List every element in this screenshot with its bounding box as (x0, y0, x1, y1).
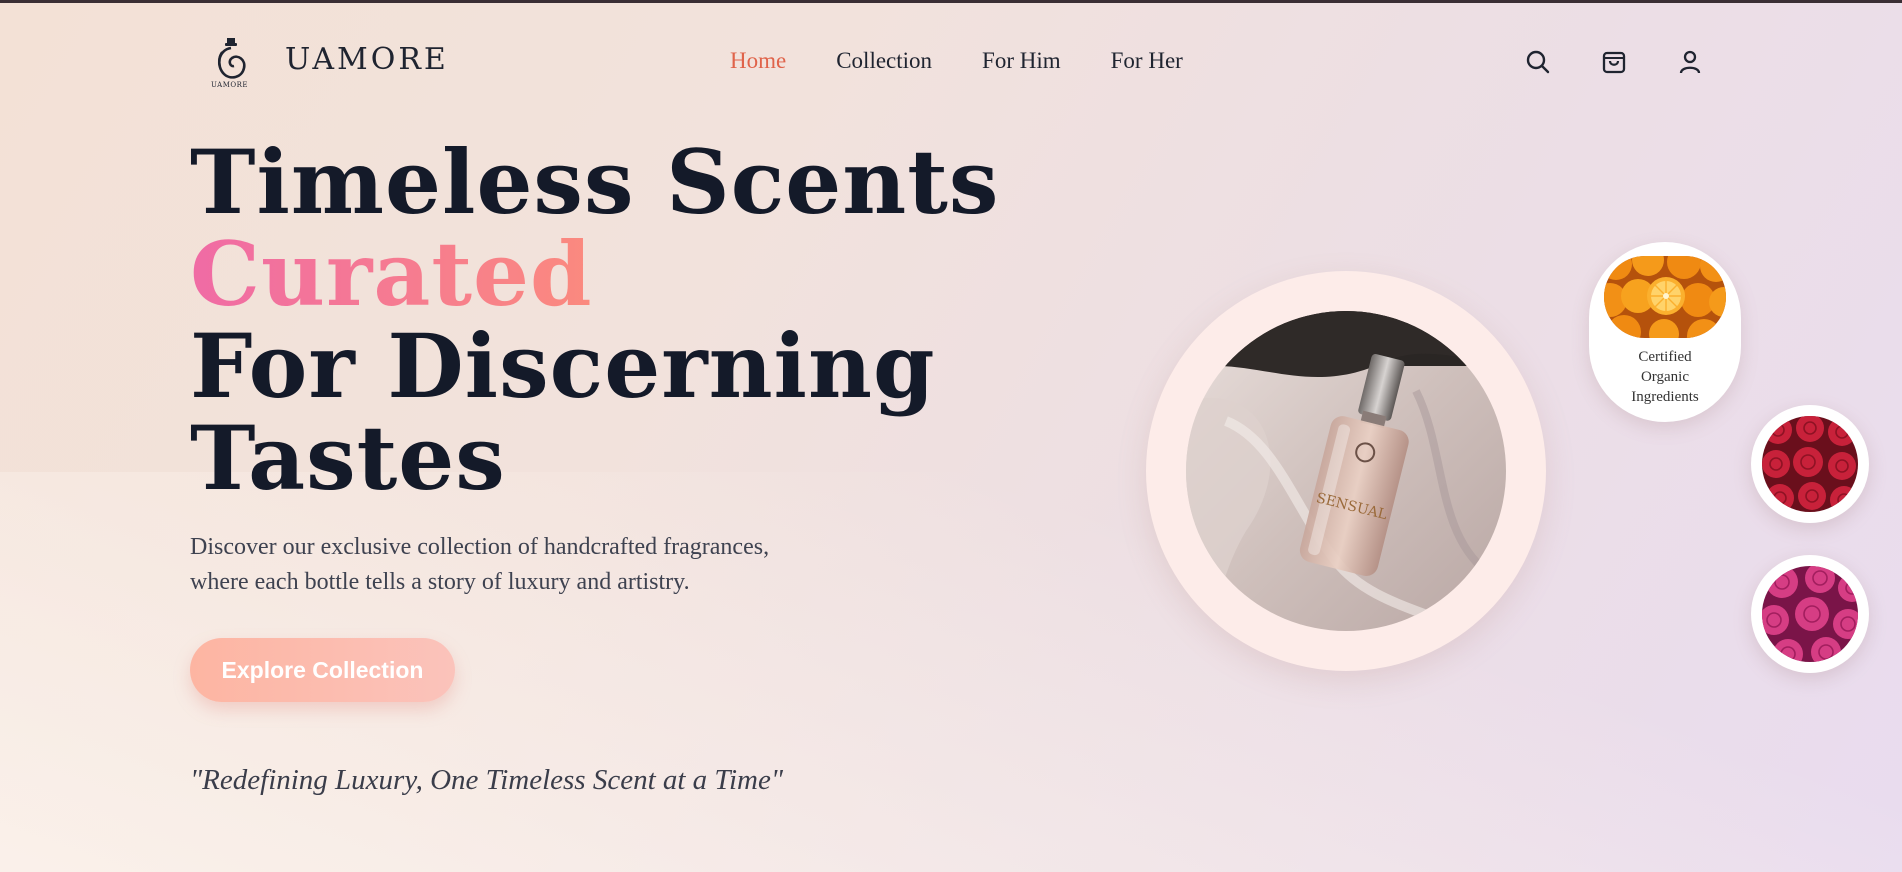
organic-badge-text: Certified Organic Ingredients (1631, 349, 1699, 405)
main-nav: Home Collection For Him For Her (730, 48, 1183, 74)
header-actions (1524, 48, 1704, 76)
brand-logo[interactable]: UAMORE (208, 36, 254, 92)
product-showcase: SENSUAL (1146, 271, 1546, 671)
hero-title: Timeless Scents Curated For Discerning T… (190, 136, 999, 504)
nav-home[interactable]: Home (730, 48, 786, 74)
user-icon[interactable] (1676, 48, 1704, 76)
search-icon[interactable] (1524, 48, 1552, 76)
brand-quote: "Redefining Luxury, One Timeless Scent a… (190, 764, 784, 796)
pink-roses-badge (1751, 555, 1869, 673)
hero-description: Discover our exclusive collection of han… (190, 534, 770, 595)
hero-title-line1: Timeless Scents (190, 130, 1000, 234)
pink-roses-image (1762, 566, 1858, 662)
nav-collection[interactable]: Collection (836, 48, 932, 74)
brand-name[interactable]: UAMORE (285, 42, 449, 77)
shopping-bag-icon[interactable] (1600, 48, 1628, 76)
top-border (0, 0, 1902, 3)
oranges-image (1604, 256, 1726, 338)
hero-title-line3: For Discerning (190, 314, 936, 418)
explore-collection-button[interactable]: Explore Collection (190, 638, 455, 702)
organic-badge: Certified Organic Ingredients (1589, 242, 1741, 422)
logo-wordmark: UAMORE (211, 81, 249, 89)
red-roses-image (1762, 416, 1858, 512)
nav-for-him[interactable]: For Him (982, 48, 1061, 74)
perfume-bottle-image: SENSUAL (1186, 311, 1506, 631)
nav-for-her[interactable]: For Her (1111, 48, 1183, 74)
hero-title-line4: Tastes (190, 406, 506, 510)
hero-title-highlight: Curated (190, 222, 593, 326)
red-roses-badge (1751, 405, 1869, 523)
